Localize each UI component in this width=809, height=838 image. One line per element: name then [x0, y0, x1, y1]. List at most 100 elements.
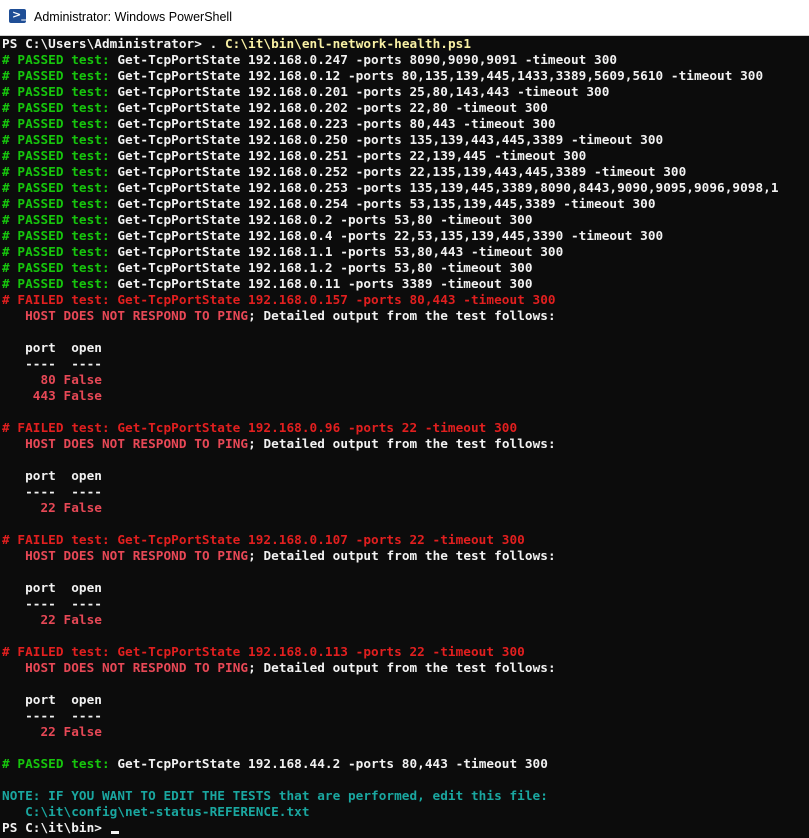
ping-warning-word: NOT — [101, 436, 133, 451]
ping-warning-word: DOES — [63, 548, 102, 563]
failed-header: # FAILED test: Get-TcpPortState 192.168.… — [2, 644, 525, 659]
dot-source: . — [209, 36, 225, 51]
ping-warning-word: DOES — [63, 660, 102, 675]
ping-warning-word: HOST — [2, 548, 64, 563]
passed-command: Get-TcpPortState 192.168.0.253 -ports 13… — [117, 180, 779, 195]
note-file-path: C:\it\config\net-status-REFERENCE.txt — [2, 804, 310, 819]
failed-header: # FAILED test: Get-TcpPortState 192.168.… — [2, 532, 525, 547]
table-row: 22 False — [2, 724, 102, 739]
command-line: PS C:\Users\Administrator> . C:\it\bin\e… — [2, 36, 471, 52]
passed-label: # PASSED test: — [2, 132, 118, 147]
passed-command: Get-TcpPortState 192.168.0.254 -ports 53… — [117, 196, 656, 211]
passed-command: Get-TcpPortState 192.168.0.12 -ports 80,… — [117, 68, 764, 83]
passed-label: # PASSED test: — [2, 100, 118, 115]
passed-line: # PASSED test: Get-TcpPortState 192.168.… — [2, 164, 686, 180]
ping-warning-word: PING — [217, 436, 249, 451]
table-row: 22 False — [2, 500, 102, 515]
detail-text: ; Detailed output from the test follows: — [248, 308, 556, 323]
ping-warning-word: RESPOND — [132, 548, 195, 563]
ping-warning-word: HOST — [2, 660, 64, 675]
passed-line: # PASSED test: Get-TcpPortState 192.168.… — [2, 244, 563, 260]
passed-command: Get-TcpPortState 192.168.0.4 -ports 22,5… — [117, 228, 664, 243]
passed-line: # PASSED test: Get-TcpPortState 192.168.… — [2, 228, 663, 244]
passed-label: # PASSED test: — [2, 180, 118, 195]
ping-warning-word: RESPOND — [132, 308, 195, 323]
passed-command: Get-TcpPortState 192.168.0.247 -ports 80… — [117, 52, 618, 67]
passed-line: # PASSED test: Get-TcpPortState 192.168.… — [2, 116, 556, 132]
text-cursor — [110, 831, 119, 834]
ping-warning-word: DOES — [63, 436, 102, 451]
ping-warning-word: TO — [194, 436, 218, 451]
ping-warning-word: NOT — [101, 548, 133, 563]
ping-warning-word: TO — [194, 308, 218, 323]
table-header: port open — [2, 468, 102, 483]
ping-warning-word: PING — [217, 548, 249, 563]
passed-line: # PASSED test: Get-TcpPortState 192.168.… — [2, 84, 609, 100]
passed-line: # PASSED test: Get-TcpPortState 192.168.… — [2, 212, 533, 228]
ping-warning-word: NOT — [101, 660, 133, 675]
ping-warning-word: HOST — [2, 436, 64, 451]
table-separator: ---- ---- — [2, 708, 102, 723]
table-separator: ---- ---- — [2, 596, 102, 611]
passed-command: Get-TcpPortState 192.168.0.250 -ports 13… — [117, 132, 664, 147]
note-line: NOTE: IF YOU WANT TO EDIT THE TESTS that… — [2, 788, 548, 803]
table-header: port open — [2, 340, 102, 355]
ping-warning-word: PING — [217, 308, 249, 323]
passed-label: # PASSED test: — [2, 244, 118, 259]
passed-command: Get-TcpPortState 192.168.0.202 -ports 22… — [117, 100, 548, 115]
passed-command: Get-TcpPortState 192.168.0.201 -ports 25… — [117, 84, 610, 99]
detail-text: ; Detailed output from the test follows: — [248, 436, 556, 451]
passed-command: Get-TcpPortState 192.168.1.2 -ports 53,8… — [117, 260, 533, 275]
passed-line: # PASSED test: Get-TcpPortState 192.168.… — [2, 148, 586, 164]
passed-line: # PASSED test: Get-TcpPortState 192.168.… — [2, 756, 548, 772]
passed-label: # PASSED test: — [2, 148, 118, 163]
passed-label: # PASSED test: — [2, 52, 118, 67]
window-title: Administrator: Windows PowerShell — [34, 10, 232, 24]
title-bar[interactable]: >_ Administrator: Windows PowerShell — [0, 0, 809, 36]
ping-warning-line: HOST DOES NOT RESPOND TO PING; Detailed … — [2, 308, 556, 324]
passed-line: # PASSED test: Get-TcpPortState 192.168.… — [2, 260, 533, 276]
passed-label: # PASSED test: — [2, 196, 118, 211]
ping-warning-line: HOST DOES NOT RESPOND TO PING; Detailed … — [2, 548, 556, 564]
ping-warning-word: NOT — [101, 308, 133, 323]
passed-line: # PASSED test: Get-TcpPortState 192.168.… — [2, 100, 548, 116]
passed-command: Get-TcpPortState 192.168.0.11 -ports 338… — [117, 276, 533, 291]
passed-label: # PASSED test: — [2, 116, 118, 131]
table-header: port open — [2, 692, 102, 707]
ping-warning-line: HOST DOES NOT RESPOND TO PING; Detailed … — [2, 436, 556, 452]
passed-label: # PASSED test: — [2, 212, 118, 227]
passed-label: # PASSED test: — [2, 68, 118, 83]
failed-header: # FAILED test: Get-TcpPortState 192.168.… — [2, 292, 556, 307]
table-separator: ---- ---- — [2, 484, 102, 499]
ping-warning-word: PING — [217, 660, 249, 675]
detail-text: ; Detailed output from the test follows: — [248, 548, 556, 563]
ping-warning-word: RESPOND — [132, 660, 195, 675]
final-prompt[interactable]: PS C:\it\bin> — [2, 820, 119, 836]
ping-warning-word: HOST — [2, 308, 64, 323]
passed-line: # PASSED test: Get-TcpPortState 192.168.… — [2, 196, 656, 212]
passed-label: # PASSED test: — [2, 84, 118, 99]
passed-label: # PASSED test: — [2, 228, 118, 243]
ping-warning-word: TO — [194, 548, 218, 563]
table-separator: ---- ---- — [2, 356, 102, 371]
passed-label: # PASSED test: — [2, 260, 118, 275]
powershell-icon: >_ — [9, 8, 27, 23]
table-header: port open — [2, 580, 102, 595]
prompt-path: PS C:\Users\Administrator> — [2, 36, 210, 51]
console-output[interactable]: PS C:\Users\Administrator> . C:\it\bin\e… — [0, 36, 809, 838]
passed-line: # PASSED test: Get-TcpPortState 192.168.… — [2, 180, 779, 196]
detail-text: ; Detailed output from the test follows: — [248, 660, 556, 675]
ping-warning-word: RESPOND — [132, 436, 195, 451]
ping-warning-word: DOES — [63, 308, 102, 323]
passed-command: Get-TcpPortState 192.168.0.252 -ports 22… — [117, 164, 687, 179]
failed-header: # FAILED test: Get-TcpPortState 192.168.… — [2, 420, 518, 435]
passed-line: # PASSED test: Get-TcpPortState 192.168.… — [2, 52, 617, 68]
passed-command: Get-TcpPortState 192.168.0.223 -ports 80… — [117, 116, 556, 131]
passed-line: # PASSED test: Get-TcpPortState 192.168.… — [2, 276, 533, 292]
passed-label: # PASSED test: — [2, 164, 118, 179]
ping-warning-line: HOST DOES NOT RESPOND TO PING; Detailed … — [2, 660, 556, 676]
table-row: 443 False — [2, 388, 102, 403]
ping-warning-word: TO — [194, 660, 218, 675]
script-path: C:\it\bin\enl-network-health.ps1 — [224, 36, 472, 51]
passed-line: # PASSED test: Get-TcpPortState 192.168.… — [2, 132, 663, 148]
